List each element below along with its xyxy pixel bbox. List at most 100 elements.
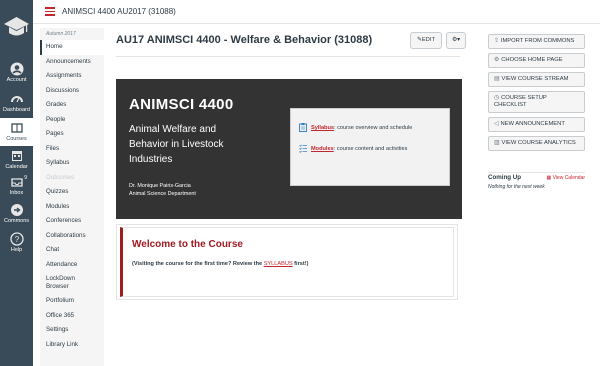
nav-calendar-label: Calendar — [5, 164, 28, 170]
course-nav: Autumn 2017 Home Announcements Assignmen… — [40, 30, 104, 352]
edit-label: EDIT — [421, 37, 436, 43]
nav-account[interactable]: Account — [0, 62, 33, 83]
banner-instructor-block: Dr. Monique Pairis-Garcia Animal Science… — [129, 182, 196, 198]
coming-up-empty-text: Nothing for the next week — [488, 184, 545, 190]
course-nav-files[interactable]: Files — [40, 142, 104, 157]
modules-link[interactable]: Modules — [311, 146, 334, 152]
course-nav-office365[interactable]: Office 365 — [40, 309, 104, 324]
commons-icon — [10, 204, 23, 216]
welcome-heading: Welcome to the Course — [132, 239, 243, 250]
welcome-panel: Welcome to the Course (Visiting the cour… — [120, 227, 454, 297]
coming-up-section: Coming Up ▦ View Calendar Nothing for th… — [488, 172, 585, 190]
department-name: Animal Science Department — [129, 191, 196, 197]
analytics-icon: ▥ — [494, 140, 500, 146]
view-course-stream-label: VIEW COURSE STREAM — [501, 76, 569, 82]
instructor-name: Dr. Monique Pairis-Garcia — [129, 183, 191, 189]
clipboard-icon — [299, 123, 307, 132]
course-nav-portfolium[interactable]: Portfolium — [40, 294, 104, 309]
view-calendar-link[interactable]: ▦ View Calendar — [546, 175, 585, 181]
inbox-icon — [10, 178, 23, 187]
course-nav-lockdown-browser[interactable]: LockDown Browser — [40, 272, 90, 294]
nav-courses[interactable]: Courses — [0, 118, 33, 146]
welcome-syllabus-link[interactable]: SYLLABUS — [264, 261, 293, 267]
course-nav-outcomes[interactable]: Outcomes — [40, 171, 104, 186]
course-nav-people[interactable]: People — [40, 113, 104, 128]
banner-course-title: Animal Welfare and Behavior in Livestock… — [129, 124, 224, 165]
course-nav-grades[interactable]: Grades — [40, 98, 104, 113]
settings-menu-button[interactable]: ⚙▾ — [446, 32, 466, 49]
course-nav-collaborations[interactable]: Collaborations — [40, 229, 104, 244]
inbox-badge: 9 — [24, 175, 27, 181]
syllabus-description: : course overview and schedule — [334, 124, 413, 131]
syllabus-link[interactable]: Syllabus — [311, 125, 334, 131]
courses-icon — [10, 123, 23, 133]
nav-calendar[interactable]: Calendar — [0, 149, 33, 170]
global-nav: Account Dashboard Courses Calendar 9 Inb… — [0, 0, 33, 366]
page-title: AU17 ANIMSCI 4400 - Welfare & Behavior (… — [116, 34, 373, 46]
course-banner: ANIMSCI 4400 Animal Welfare and Behavior… — [116, 79, 462, 219]
welcome-text-before: (Visiting the course for the first time?… — [132, 261, 264, 267]
gear-icon: ⚙▾ — [451, 37, 461, 43]
checklist-icon — [299, 144, 307, 153]
stream-icon: ▤ — [494, 76, 500, 82]
import-icon: ⇪ — [494, 38, 499, 44]
app: Account Dashboard Courses Calendar 9 Inb… — [0, 0, 600, 366]
new-announcement-label: NEW ANNOUNCEMENT — [500, 121, 565, 127]
help-icon: ? — [9, 232, 24, 246]
nav-commons-label: Commons — [3, 218, 30, 224]
course-nav-quizzes[interactable]: Quizzes — [40, 185, 104, 200]
nav-commons[interactable]: Commons — [0, 203, 33, 224]
right-sidebar: ⇪ IMPORT FROM COMMONS ⚙ CHOOSE HOME PAGE ▤… — [488, 34, 585, 155]
course-nav-attendance[interactable]: Attendance — [40, 258, 104, 273]
course-nav-library-link[interactable]: Library Link — [40, 338, 104, 353]
modules-description: : course content and activities — [333, 145, 408, 152]
view-calendar-label: View Calendar — [552, 175, 585, 181]
home-page-icon: ⚙ — [494, 57, 500, 63]
course-nav-conferences[interactable]: Conferences — [40, 214, 104, 229]
checklist-icon: ◷ — [494, 95, 500, 101]
nav-courses-label: Courses — [6, 136, 27, 142]
choose-home-page-label: CHOOSE HOME PAGE — [501, 57, 563, 63]
account-icon — [10, 62, 23, 76]
import-from-commons-button[interactable]: ⇪ IMPORT FROM COMMONS — [488, 34, 585, 49]
nav-account-label: Account — [6, 77, 27, 83]
course-nav-announcements[interactable]: Announcements — [40, 55, 104, 70]
view-course-analytics-button[interactable]: ▥ VIEW COURSE ANALYTICS — [488, 136, 585, 151]
course-nav-settings[interactable]: Settings — [40, 323, 104, 338]
course-setup-checklist-label: COURSE SETUP CHECKLIST — [494, 95, 547, 108]
header-divider — [116, 56, 460, 57]
quick-links-box: Syllabus: course overview and schedule M… — [290, 108, 450, 186]
nav-help-label: Help — [10, 247, 23, 253]
nav-inbox[interactable]: 9 Inbox — [0, 175, 33, 196]
calendar-icon — [11, 151, 22, 161]
import-from-commons-label: IMPORT FROM COMMONS — [500, 38, 575, 44]
hamburger-icon[interactable] — [45, 7, 55, 16]
edit-button[interactable]: ✎EDIT — [410, 32, 442, 49]
course-nav-modules[interactable]: Modules — [40, 200, 104, 215]
course-nav-pages[interactable]: Pages — [40, 127, 104, 142]
nav-help[interactable]: ? Help — [0, 232, 33, 253]
view-course-stream-button[interactable]: ▤ VIEW COURSE STREAM — [488, 72, 585, 87]
choose-home-page-button[interactable]: ⚙ CHOOSE HOME PAGE — [488, 53, 585, 68]
new-announcement-button[interactable]: ◁ NEW ANNOUNCEMENT — [488, 117, 585, 132]
course-nav-chat[interactable]: Chat — [40, 243, 104, 258]
course-nav-home[interactable]: Home — [40, 40, 104, 55]
top-bar: ANIMSCI 4400 AU2017 (31088) — [33, 0, 600, 24]
course-setup-checklist-button[interactable]: ◷ COURSE SETUP CHECKLIST — [488, 91, 585, 113]
nav-dashboard[interactable]: Dashboard — [0, 92, 33, 113]
nav-inbox-label: Inbox — [9, 190, 24, 196]
view-course-analytics-label: VIEW COURSE ANALYTICS — [501, 140, 576, 146]
announcement-icon: ◁ — [494, 121, 499, 127]
course-nav-syllabus[interactable]: Syllabus — [40, 156, 104, 171]
modules-row: Modules: course content and activities — [299, 144, 407, 153]
nav-dashboard-label: Dashboard — [3, 107, 30, 113]
welcome-text: (Visiting the course for the first time?… — [132, 261, 308, 267]
svg-text:?: ? — [14, 235, 19, 244]
logo-icon[interactable] — [3, 16, 30, 40]
syllabus-row: Syllabus: course overview and schedule — [299, 123, 412, 132]
course-nav-assignments[interactable]: Assignments — [40, 69, 104, 84]
breadcrumb[interactable]: ANIMSCI 4400 AU2017 (31088) — [62, 7, 176, 16]
welcome-text-after: first!) — [292, 261, 309, 267]
course-nav-discussions[interactable]: Discussions — [40, 84, 104, 99]
banner-course-code: ANIMSCI 4400 — [129, 96, 234, 113]
